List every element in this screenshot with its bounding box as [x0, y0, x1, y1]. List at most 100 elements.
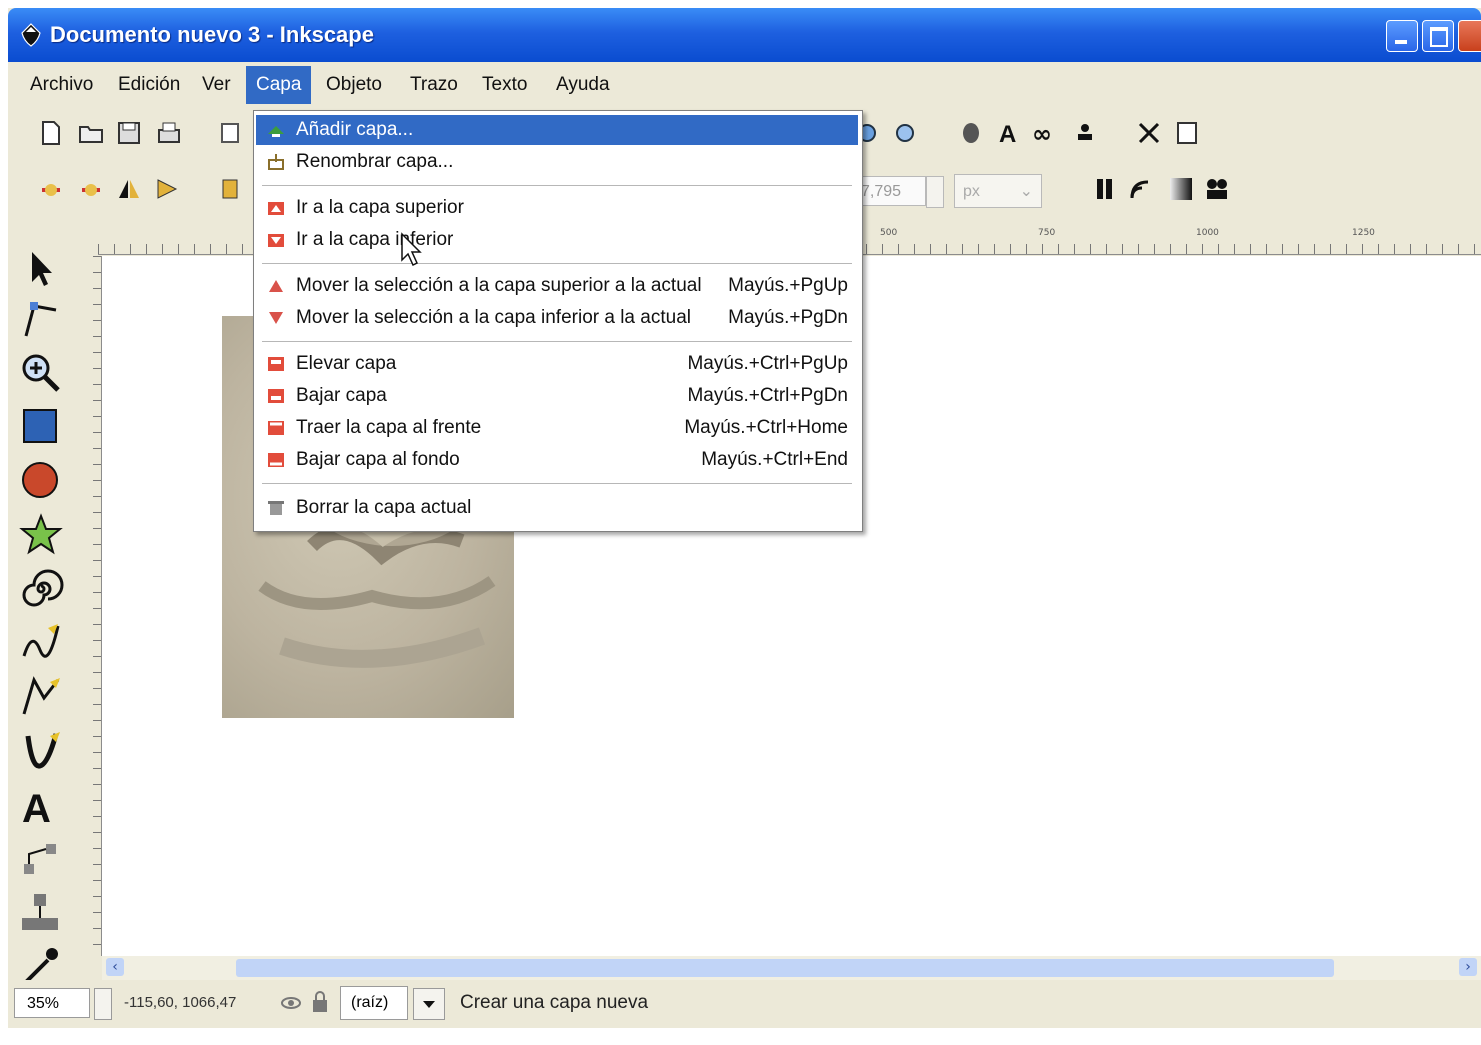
preferences-icon[interactable]: [1174, 120, 1200, 146]
new-document-icon[interactable]: [38, 120, 64, 146]
menu-item-shortcut: Mayús.+Ctrl+Home: [684, 417, 848, 438]
snap-toggle-icon[interactable]: [1092, 176, 1118, 202]
toolbox: A: [8, 234, 78, 984]
group-edit-icon[interactable]: [892, 120, 918, 146]
ellipse-tool-icon[interactable]: [18, 458, 64, 504]
menu-objeto[interactable]: Objeto: [320, 72, 388, 98]
current-layer-value: (raíz): [351, 994, 389, 1011]
flip-horizontal-icon[interactable]: [116, 176, 142, 202]
width-value: 7,795: [861, 183, 902, 200]
move-selection-up-icon: [269, 280, 283, 292]
layer-to-bottom-icon: [268, 453, 284, 467]
star-tool-icon[interactable]: [18, 512, 64, 558]
menu-edicion[interactable]: Edición: [112, 72, 186, 98]
import-icon[interactable]: [218, 120, 244, 146]
flip-vertical-icon[interactable]: [154, 176, 180, 202]
menu-item-label: Mover la selección a la capa superior a …: [296, 275, 702, 296]
menu-item-layer-to-bottom[interactable]: Bajar capa al fondo Mayús.+Ctrl+End: [256, 445, 858, 475]
layer-down-icon: [268, 234, 284, 247]
fill-stroke-icon[interactable]: [958, 120, 984, 146]
menu-item-lower-layer[interactable]: Bajar capa Mayús.+Ctrl+PgDn: [256, 381, 858, 411]
text-font-icon[interactable]: A: [996, 120, 1022, 146]
menu-item-layer-to-top[interactable]: Traer la capa al frente Mayús.+Ctrl+Home: [256, 413, 858, 443]
status-bar: 35% -115,60, 1066,47 (raíz) Crear una ca…: [8, 980, 1481, 1028]
transform-gradient-icon[interactable]: [1168, 176, 1194, 202]
scale-stroke-icon[interactable]: [1128, 176, 1154, 202]
spiral-tool-icon[interactable]: [18, 566, 64, 612]
xml-editor-icon[interactable]: [1072, 120, 1098, 146]
menu-capa[interactable]: Capa: [246, 66, 312, 104]
layer-visibility-icon[interactable]: [280, 992, 302, 1014]
calligraphy-tool-icon[interactable]: [18, 728, 64, 774]
menu-item-label: Traer la capa al frente: [296, 417, 482, 438]
inkscape-logo-icon: [21, 23, 41, 47]
selector-tool-icon[interactable]: [18, 246, 64, 292]
menu-item-shortcut: Mayús.+Ctrl+PgUp: [687, 353, 848, 374]
menu-item-layer-up[interactable]: Ir a la capa superior: [256, 193, 858, 223]
horizontal-scrollbar[interactable]: ‹ ›: [102, 956, 1481, 980]
svg-text:A: A: [999, 121, 1016, 146]
menu-item-rename-layer[interactable]: Renombrar capa...: [256, 147, 858, 177]
add-layer-icon: [268, 126, 284, 137]
clone-icon[interactable]: ∞: [1032, 120, 1058, 146]
scroll-thumb[interactable]: [236, 959, 1334, 977]
open-folder-icon[interactable]: [78, 120, 104, 146]
zoom-field[interactable]: 35%: [14, 988, 90, 1018]
menu-item-move-selection-up[interactable]: Mover la selección a la capa superior a …: [256, 271, 858, 301]
menu-archivo[interactable]: Archivo: [24, 72, 99, 98]
layer-lock-icon[interactable]: [310, 990, 330, 1014]
zoom-tool-icon[interactable]: [18, 350, 64, 396]
transform-pattern-icon[interactable]: [1204, 176, 1230, 202]
menu-separator: [262, 341, 852, 344]
layer-menu: Añadir capa... Renombrar capa... Ir a la…: [253, 110, 863, 532]
maximize-button[interactable]: [1422, 20, 1454, 52]
window-title: Documento nuevo 3 - Inkscape: [50, 22, 374, 47]
chevron-down-icon: [423, 1001, 435, 1008]
close-button[interactable]: [1458, 20, 1481, 52]
scroll-left-icon[interactable]: ‹: [106, 958, 124, 976]
width-spinner[interactable]: [926, 176, 944, 208]
menu-trazo[interactable]: Trazo: [404, 72, 464, 98]
rotate-ccw-icon[interactable]: [38, 176, 64, 202]
menu-bar: Archivo Edición Ver Capa Objeto Trazo Te…: [8, 62, 1481, 107]
menu-item-raise-layer[interactable]: Elevar capa Mayús.+Ctrl+PgUp: [256, 349, 858, 379]
menu-ver[interactable]: Ver: [196, 72, 237, 98]
menu-item-layer-down[interactable]: Ir a la capa inferior: [256, 225, 858, 255]
move-selection-down-icon: [269, 312, 283, 324]
rectangle-tool-icon[interactable]: [18, 404, 64, 450]
menu-item-add-layer[interactable]: Añadir capa...: [256, 115, 858, 145]
bezier-tool-icon[interactable]: [18, 674, 64, 720]
unit-select[interactable]: px ⌄: [954, 174, 1042, 208]
zoom-spinner[interactable]: [94, 988, 112, 1020]
save-icon[interactable]: [116, 120, 142, 146]
menu-item-move-selection-down[interactable]: Mover la selección a la capa inferior a …: [256, 303, 858, 333]
connector-tool-icon[interactable]: [18, 836, 64, 882]
scroll-right-icon[interactable]: ›: [1459, 958, 1477, 976]
menu-item-label: Bajar capa al fondo: [296, 449, 460, 470]
unit-value: px: [963, 183, 980, 200]
menu-texto[interactable]: Texto: [476, 72, 533, 98]
raise-icon[interactable]: [218, 176, 244, 202]
text-tool-icon[interactable]: A: [18, 782, 64, 828]
menu-item-delete-layer[interactable]: Borrar la capa actual: [256, 493, 858, 523]
layer-dropdown-button[interactable]: [413, 988, 445, 1020]
delete-layer-icon: [268, 501, 284, 515]
ruler-tick-label: 1250: [1352, 228, 1375, 238]
rotate-cw-icon[interactable]: [78, 176, 104, 202]
title-bar[interactable]: Documento nuevo 3 - Inkscape: [8, 8, 1481, 62]
menu-ayuda[interactable]: Ayuda: [550, 72, 616, 98]
menu-item-label: Borrar la capa actual: [296, 497, 472, 518]
gradient-tool-icon[interactable]: [18, 890, 64, 936]
menu-item-label: Elevar capa: [296, 353, 397, 374]
lower-layer-icon: [268, 389, 284, 403]
status-message: Crear una capa nueva: [460, 992, 649, 1013]
current-layer-field[interactable]: (raíz): [340, 986, 408, 1020]
node-tool-icon[interactable]: [18, 296, 64, 342]
width-field[interactable]: 7,795: [856, 176, 926, 206]
cut-icon[interactable]: [1136, 120, 1162, 146]
minimize-button[interactable]: [1386, 20, 1418, 52]
cursor-coordinates: -115,60, 1066,47: [124, 994, 237, 1011]
print-icon[interactable]: [156, 120, 182, 146]
menu-item-shortcut: Mayús.+Ctrl+PgDn: [687, 385, 848, 406]
pencil-tool-icon[interactable]: [18, 620, 64, 666]
